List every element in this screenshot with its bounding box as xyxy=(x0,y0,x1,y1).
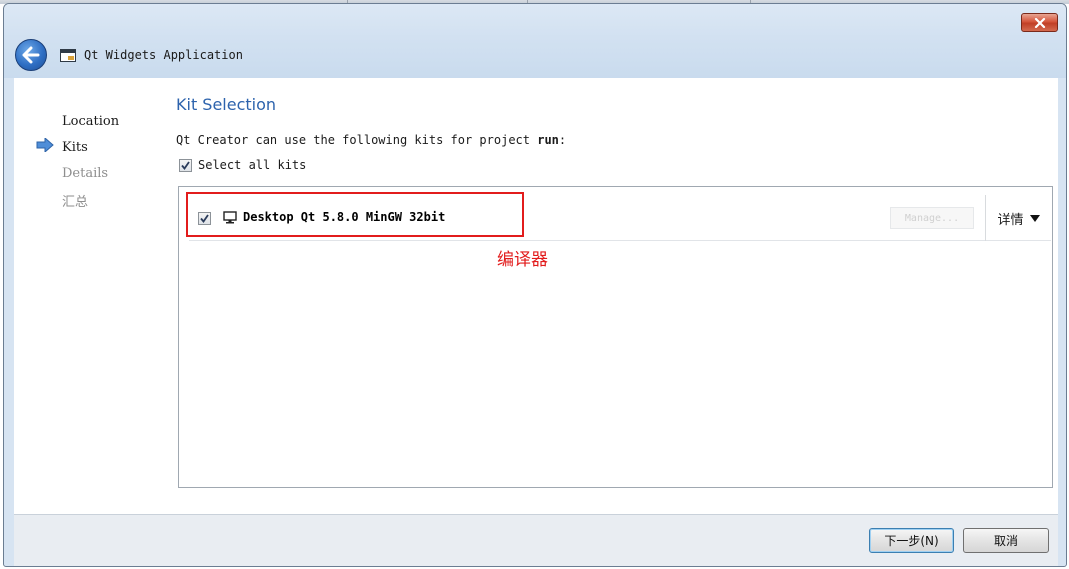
page-title: Kit Selection xyxy=(176,95,277,114)
step-location: Location xyxy=(62,114,120,129)
select-all-label[interactable]: Select all kits xyxy=(198,158,306,172)
manage-button[interactable]: Manage... xyxy=(890,207,974,229)
current-step-arrow-icon xyxy=(36,138,54,152)
step-summary: 汇总 xyxy=(62,195,89,210)
cancel-button[interactable]: 取消 xyxy=(963,528,1049,553)
window-title: Qt Widgets Application xyxy=(84,48,243,62)
title-bar: Qt Widgets Application xyxy=(4,4,1066,78)
select-all-checkbox[interactable] xyxy=(179,159,192,172)
wizard-content: Location Kits Details 汇总 Kit Selection Q… xyxy=(14,78,1058,514)
close-button[interactable] xyxy=(1021,13,1058,32)
back-arrow-icon xyxy=(22,46,40,64)
step-details: Details xyxy=(62,166,109,181)
wizard-footer: 下一步(N) 取消 xyxy=(14,514,1058,566)
back-button[interactable] xyxy=(15,39,47,71)
checkmark-icon xyxy=(181,161,190,170)
description-prefix: Qt Creator can use the following kits fo… xyxy=(176,133,538,147)
step-kits: Kits xyxy=(62,140,88,155)
compiler-annotation: 编译器 xyxy=(497,250,548,270)
kit-highlight-box xyxy=(186,192,524,237)
description-suffix: : xyxy=(558,133,567,147)
close-icon xyxy=(1034,17,1045,28)
wizard-window: Qt Widgets Application Location Kits Det… xyxy=(3,3,1067,567)
window-app-icon xyxy=(60,49,76,62)
kit-description: Qt Creator can use the following kits fo… xyxy=(176,133,566,147)
details-label: 详情 xyxy=(997,212,1024,228)
next-button[interactable]: 下一步(N) xyxy=(869,528,954,553)
project-name: run xyxy=(537,133,559,147)
dropdown-triangle-icon xyxy=(1029,214,1040,222)
details-dropdown[interactable]: 详情 xyxy=(985,195,1051,241)
